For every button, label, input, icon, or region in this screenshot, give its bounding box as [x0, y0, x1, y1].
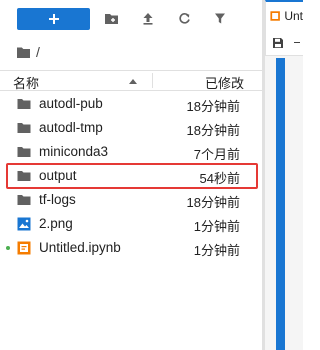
tab-label: Unt [284, 9, 303, 23]
file-name: 2.png [39, 216, 73, 231]
file-name: tf-logs [39, 192, 76, 207]
modified-column-header[interactable]: 已修改 [205, 73, 244, 92]
notebook-icon [17, 241, 31, 255]
file-modified: 18分钟前 [186, 195, 240, 210]
file-name: autodl-pub [39, 96, 103, 111]
tab-untitled-notebook[interactable]: Unt [265, 0, 303, 30]
sort-ascending-icon[interactable] [127, 75, 139, 87]
folder-icon [17, 169, 31, 183]
notebook-toolbar [265, 30, 303, 56]
toolbar-separator [294, 42, 300, 43]
refresh-button[interactable] [176, 10, 192, 26]
image-file-icon [17, 217, 31, 231]
list-item[interactable]: tf-logs 18分钟前 [0, 188, 262, 212]
folder-icon [17, 121, 31, 135]
notebook-icon [270, 11, 280, 21]
file-browser-toolbar [0, 0, 262, 38]
folder-icon [17, 145, 31, 159]
name-column-header[interactable]: 名称 [13, 73, 39, 92]
list-item[interactable]: miniconda3 7个月前 [0, 140, 262, 164]
file-browser: / 名称 已修改 autodl-pub 18分钟前 autodl-tmp 18分… [0, 0, 262, 350]
list-item-output[interactable]: output 54秒前 [0, 164, 262, 188]
refresh-icon [178, 12, 190, 24]
file-modified: 7个月前 [193, 147, 240, 162]
file-name: autodl-tmp [39, 120, 103, 135]
list-item[interactable]: Untitled.ipynb 1分钟前 [0, 236, 262, 260]
list-item[interactable]: autodl-tmp 18分钟前 [0, 116, 262, 140]
file-modified: 1分钟前 [193, 243, 240, 258]
upload-icon [143, 12, 153, 25]
file-modified: 18分钟前 [186, 99, 240, 114]
folder-icon [17, 193, 31, 207]
file-name: output [39, 168, 77, 183]
filter-icon [215, 13, 225, 23]
new-folder-icon [104, 13, 118, 24]
file-list-header: 名称 已修改 [0, 70, 262, 91]
active-cell-indicator [276, 58, 285, 350]
column-divider[interactable] [152, 73, 153, 88]
plus-icon [48, 14, 59, 24]
folder-icon [17, 97, 31, 111]
file-list: autodl-pub 18分钟前 autodl-tmp 18分钟前 minico… [0, 92, 262, 260]
file-modified: 1分钟前 [193, 219, 240, 234]
file-modified: 54秒前 [199, 171, 240, 186]
filter-button[interactable] [212, 10, 228, 26]
file-modified: 18分钟前 [186, 123, 240, 138]
new-launcher-button[interactable] [17, 8, 90, 30]
main-area: Unt [265, 0, 303, 350]
breadcrumb-separator[interactable]: / [36, 44, 40, 60]
new-folder-button[interactable] [103, 10, 119, 26]
save-icon[interactable] [272, 37, 284, 49]
folder-home-icon[interactable] [16, 46, 31, 59]
file-name: miniconda3 [39, 144, 109, 159]
file-name: Untitled.ipynb [39, 240, 121, 255]
running-indicator [6, 246, 10, 250]
upload-button[interactable] [140, 10, 156, 26]
list-item[interactable]: 2.png 1分钟前 [0, 212, 262, 236]
list-item[interactable]: autodl-pub 18分钟前 [0, 92, 262, 116]
breadcrumb: / [16, 42, 40, 62]
